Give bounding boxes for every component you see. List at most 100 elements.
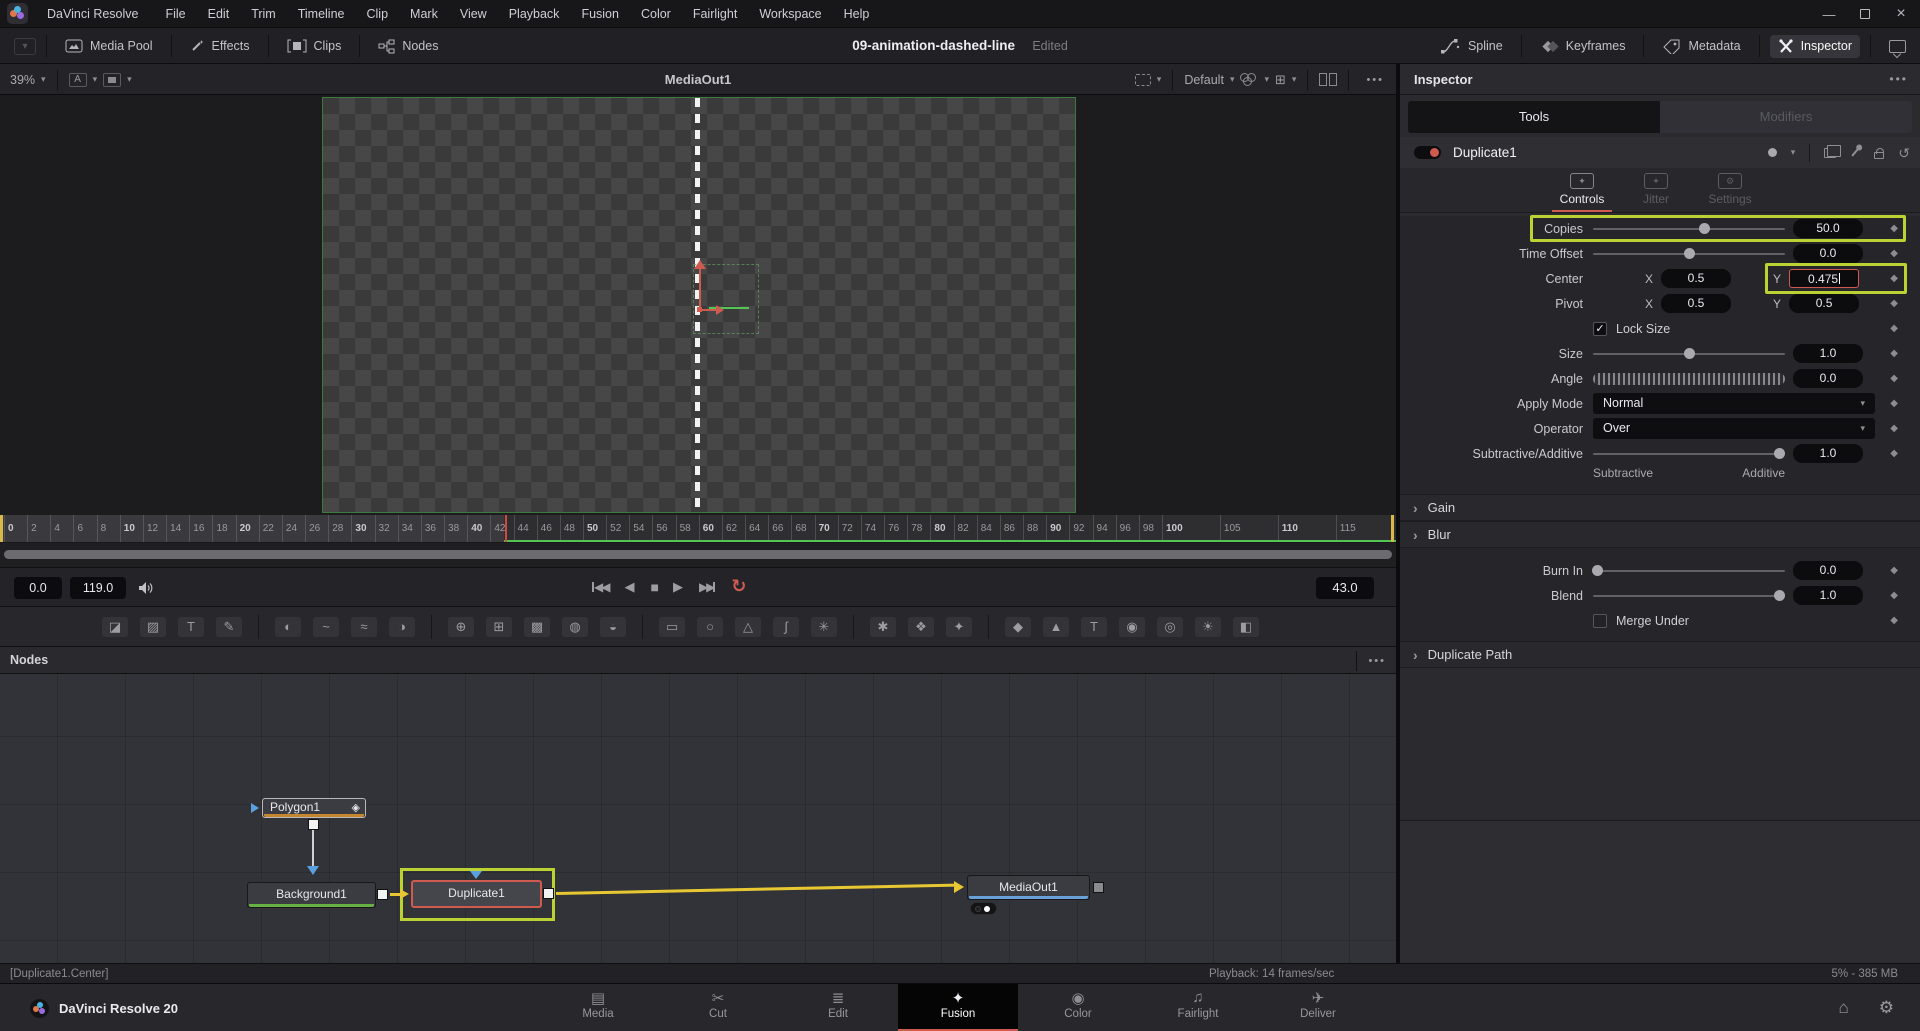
apply-mode-dropdown[interactable]: Normal▾: [1593, 393, 1875, 414]
polygon-mask-tool-icon[interactable]: △: [735, 617, 761, 637]
timeline-scrollbar[interactable]: [4, 550, 1392, 559]
copies-value[interactable]: 50.0: [1793, 219, 1863, 238]
menu-fusion[interactable]: Fusion: [570, 0, 630, 28]
burn-in-slider-handle[interactable]: [1592, 565, 1603, 576]
menu-playback[interactable]: Playback: [498, 0, 571, 28]
size-slider-handle[interactable]: [1684, 348, 1695, 359]
angle-keyframe-button[interactable]: ◆: [1890, 373, 1898, 384]
center-y-value[interactable]: 0.475: [1789, 269, 1859, 288]
viewer-canvas[interactable]: [0, 95, 1396, 515]
range-start-field[interactable]: 0.0: [14, 577, 62, 599]
burn-in-slider[interactable]: [1593, 570, 1785, 572]
tab-tools[interactable]: Tools: [1408, 101, 1660, 133]
bspline-mask-tool-icon[interactable]: ∫: [773, 617, 799, 637]
copies-slider[interactable]: [1593, 228, 1785, 230]
current-frame-field[interactable]: 43.0: [1316, 577, 1374, 599]
pivot-x-value[interactable]: 0.5: [1661, 294, 1731, 313]
center-keyframe-button[interactable]: ◆: [1890, 273, 1898, 284]
range-end-field[interactable]: 119.0: [70, 577, 126, 599]
blend-slider[interactable]: [1593, 595, 1785, 597]
page-fairlight[interactable]: ♫Fairlight: [1138, 984, 1258, 1031]
control-tab-jitter[interactable]: ✦Jitter: [1624, 168, 1688, 212]
stop-button[interactable]: ■: [650, 579, 656, 595]
pin-icon[interactable]: [1852, 148, 1859, 156]
page-media[interactable]: ▤Media: [538, 984, 658, 1031]
lock-size-keyframe-button[interactable]: ◆: [1890, 323, 1898, 334]
subtractive-additive-value[interactable]: 1.0: [1793, 444, 1863, 463]
node-graph[interactable]: Polygon1◈Background1Duplicate1MediaOut1: [0, 674, 1396, 963]
toolbar-button-inspector[interactable]: Inspector: [1770, 35, 1860, 58]
menu-mark[interactable]: Mark: [399, 0, 449, 28]
inspector-options-button[interactable]: •••: [1889, 64, 1908, 95]
hue-curves-tool-icon[interactable]: ≈: [351, 617, 377, 637]
node-output-square[interactable]: [1093, 882, 1104, 893]
menu-app-name[interactable]: DaVinci Resolve: [36, 0, 154, 28]
time-offset-value[interactable]: 0.0: [1793, 244, 1863, 263]
zoom-dropdown-chevron-icon[interactable]: ▾: [41, 74, 46, 85]
range-in-marker[interactable]: [0, 515, 3, 542]
page-fusion[interactable]: ✦Fusion: [898, 984, 1018, 1031]
toolbar-button-nodes[interactable]: Nodes: [370, 35, 446, 58]
blend-value[interactable]: 1.0: [1793, 586, 1863, 605]
viewer-image[interactable]: [322, 97, 1076, 513]
brightness-contrast-tool-icon[interactable]: ◑: [389, 617, 415, 637]
burn-in-keyframe-button[interactable]: ◆: [1890, 565, 1898, 576]
page-deliver[interactable]: ✈Deliver: [1258, 984, 1378, 1031]
close-button[interactable]: ×: [1894, 5, 1908, 23]
nodes-options-button[interactable]: •••: [1362, 655, 1392, 667]
pivot-y-value[interactable]: 0.5: [1789, 294, 1859, 313]
time-offset-slider-handle[interactable]: [1684, 248, 1695, 259]
channel-button[interactable]: A: [69, 73, 87, 87]
toolbar-button-spline[interactable]: Spline: [1433, 35, 1511, 58]
menu-timeline[interactable]: Timeline: [287, 0, 356, 28]
merge-3d-tool-icon[interactable]: ◉: [1119, 617, 1145, 637]
viewer-zoom-level[interactable]: 39%: [10, 73, 35, 87]
size-value[interactable]: 1.0: [1793, 344, 1863, 363]
tab-modifiers[interactable]: Modifiers: [1660, 101, 1912, 133]
wand-mask-tool-icon[interactable]: ✳: [811, 617, 837, 637]
panel-collapse-button[interactable]: ▾: [14, 38, 36, 55]
panel-layout-icon[interactable]: [1889, 40, 1906, 53]
chroma-keyer-tool-icon[interactable]: ◍: [562, 617, 588, 637]
reset-icon[interactable]: ↺: [1898, 148, 1910, 158]
transform-axis-red[interactable]: [699, 269, 701, 311]
transform-arrow-up-icon[interactable]: [694, 260, 706, 269]
node-output-square[interactable]: [308, 819, 319, 830]
color-corrector-tool-icon[interactable]: ◐: [275, 617, 301, 637]
paint-tool-icon[interactable]: ✎: [216, 617, 242, 637]
viewer1-dot-icon[interactable]: [975, 906, 981, 912]
copies-slider-handle[interactable]: [1699, 223, 1710, 234]
viewer-assignment-buttons[interactable]: [970, 902, 997, 915]
node-background1[interactable]: Background1: [247, 882, 376, 908]
viewer-options-button[interactable]: •••: [1360, 74, 1390, 86]
timeline-ruler[interactable]: 0246810121416182022242628303234363840424…: [0, 515, 1396, 543]
go-to-start-button[interactable]: ◀◀: [592, 580, 608, 594]
control-tab-settings[interactable]: ⚙Settings: [1698, 168, 1762, 212]
renderer-3d-tool-icon[interactable]: ◧: [1233, 617, 1259, 637]
app-logo-icon[interactable]: [7, 3, 28, 24]
node-mask-input-icon[interactable]: [470, 871, 482, 879]
size-keyframe-button[interactable]: ◆: [1890, 348, 1898, 359]
menu-fairlight[interactable]: Fairlight: [682, 0, 748, 28]
grid-dropdown-chevron-icon[interactable]: ▾: [1292, 74, 1297, 85]
lock-icon[interactable]: [1874, 152, 1884, 159]
blend-slider-handle[interactable]: [1774, 590, 1785, 601]
toolbar-button-metadata[interactable]: Metadata: [1654, 35, 1748, 58]
burn-in-value[interactable]: 0.0: [1793, 561, 1863, 580]
menu-color[interactable]: Color: [630, 0, 682, 28]
layer-dropdown-chevron-icon[interactable]: ▾: [127, 74, 132, 85]
node-output-square[interactable]: [377, 889, 388, 900]
apply-mode-keyframe-button[interactable]: ◆: [1890, 398, 1898, 409]
rectangle-mask-tool-icon[interactable]: ▭: [659, 617, 685, 637]
size-slider[interactable]: [1593, 353, 1785, 355]
node-duplicate1[interactable]: Duplicate1: [411, 880, 542, 908]
control-tab-controls[interactable]: ✦Controls: [1550, 168, 1614, 212]
menu-trim[interactable]: Trim: [240, 0, 287, 28]
copy-settings-icon[interactable]: [1824, 148, 1836, 158]
playhead[interactable]: [505, 515, 507, 542]
particle-emitter-tool-icon[interactable]: ✱: [870, 617, 896, 637]
menu-clip[interactable]: Clip: [356, 0, 400, 28]
delta-keyer-tool-icon[interactable]: ◒: [600, 617, 626, 637]
menu-help[interactable]: Help: [833, 0, 881, 28]
operator-keyframe-button[interactable]: ◆: [1890, 423, 1898, 434]
